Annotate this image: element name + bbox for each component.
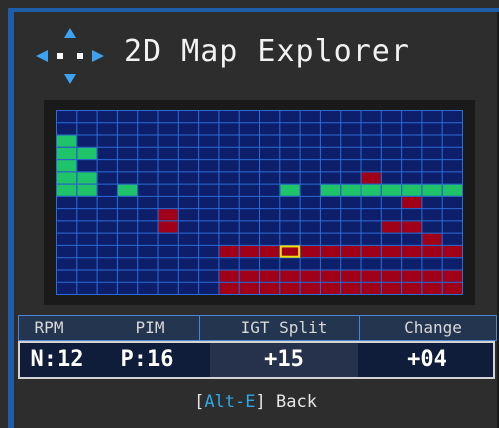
grid-cell-red[interactable] <box>361 172 381 184</box>
pim-value: P:16 <box>120 347 174 372</box>
back-label: Back <box>265 392 317 412</box>
igt-split-value: +15 <box>264 347 304 372</box>
grid-cell-red[interactable] <box>239 282 259 294</box>
explorer-window: 2D Map Explorer RPM PIM IGT Split Change… <box>0 0 499 428</box>
grid-cell-red[interactable] <box>260 245 280 258</box>
grid-cell-red[interactable] <box>239 270 259 282</box>
grid-cell-green[interactable] <box>57 172 77 184</box>
alt-e-key: Alt-E <box>204 392 256 412</box>
grid-cell-red[interactable] <box>341 270 361 282</box>
grid-cell-red[interactable] <box>341 282 361 294</box>
change-value: +04 <box>407 347 447 372</box>
grid-cell-red[interactable] <box>219 270 239 282</box>
key-bracket-open: [ <box>194 392 205 412</box>
grid-cell-red[interactable] <box>219 282 239 294</box>
grid-cell-red[interactable] <box>442 282 462 294</box>
grid-cell-red[interactable] <box>381 270 402 282</box>
grid-cell-red[interactable] <box>402 282 422 294</box>
grid-cell-green[interactable] <box>57 184 77 196</box>
grid-cell-red[interactable] <box>361 282 381 294</box>
grid-cell-green[interactable] <box>341 184 361 196</box>
grid-cell-green[interactable] <box>57 135 77 147</box>
header-divider <box>359 316 360 340</box>
window-top-border <box>8 8 499 12</box>
page-title: 2D Map Explorer <box>124 34 410 69</box>
grid-cell-green[interactable] <box>117 184 138 196</box>
grid-cell-green[interactable] <box>361 184 381 196</box>
grid-cell-red[interactable] <box>361 245 381 258</box>
grid-cell-red[interactable] <box>320 282 341 294</box>
grid-cell-red[interactable] <box>300 245 320 258</box>
grid-cell-red[interactable] <box>158 209 178 221</box>
grid-cell-red[interactable] <box>260 282 280 294</box>
header-rpm: RPM <box>34 318 64 337</box>
map-panel <box>44 100 475 305</box>
grid-cell-red[interactable] <box>361 270 381 282</box>
window-left-border <box>8 8 14 428</box>
info-table: RPM PIM IGT Split Change N:12 P:16 +15 +… <box>18 315 497 381</box>
grid-cell-red[interactable] <box>402 270 422 282</box>
grid-cell-red[interactable] <box>320 245 341 258</box>
header-divider <box>199 316 200 340</box>
grid-cell-red[interactable] <box>219 245 239 258</box>
grid-cell-red[interactable] <box>300 282 320 294</box>
dpad-arrows-icon <box>36 28 104 84</box>
grid-cell-red[interactable] <box>239 245 259 258</box>
map-grid[interactable] <box>56 110 463 295</box>
grid-cell-red[interactable] <box>422 282 442 294</box>
grid-cell-red[interactable] <box>320 270 341 282</box>
grid-cell-green[interactable] <box>422 184 442 196</box>
grid-cell-green[interactable] <box>77 184 97 196</box>
grid-cell-green[interactable] <box>402 184 422 196</box>
grid-cell-red[interactable] <box>280 270 300 282</box>
grid-cell-red[interactable] <box>422 233 442 245</box>
back-hint[interactable]: [Alt-E] Back <box>14 392 497 412</box>
grid-cell-red[interactable] <box>381 221 402 233</box>
grid-cell-red[interactable] <box>158 221 178 233</box>
header-igt-split: IGT Split <box>240 318 328 337</box>
grid-cell-green[interactable] <box>57 160 77 172</box>
grid-cell-red[interactable] <box>422 270 442 282</box>
grid-cell-red[interactable] <box>260 270 280 282</box>
grid-cell-red[interactable] <box>381 245 402 258</box>
key-bracket-close: ] <box>255 392 266 412</box>
grid-cell-red[interactable] <box>341 245 361 258</box>
info-header-row: RPM PIM IGT Split Change <box>18 315 497 341</box>
grid-cell-green[interactable] <box>320 184 341 196</box>
rpm-value: N:12 <box>30 347 84 372</box>
grid-cell-red[interactable] <box>280 245 300 258</box>
info-value-row: N:12 P:16 +15 +04 <box>18 341 495 379</box>
grid-cell-red[interactable] <box>280 282 300 294</box>
grid-cell-red[interactable] <box>381 282 402 294</box>
grid-cell-red[interactable] <box>422 245 442 258</box>
grid-cell-green[interactable] <box>77 172 97 184</box>
grid-cell-green[interactable] <box>77 147 97 160</box>
grid-cell-green[interactable] <box>442 184 462 196</box>
grid-cell-red[interactable] <box>402 221 422 233</box>
header-pim: PIM <box>135 318 165 337</box>
grid-cell-red[interactable] <box>402 245 422 258</box>
grid-cell-red[interactable] <box>300 270 320 282</box>
grid-cell-green[interactable] <box>280 184 300 196</box>
grid-cell-green[interactable] <box>57 147 77 160</box>
grid-cell-green[interactable] <box>381 184 402 196</box>
header-change: Change <box>404 318 462 337</box>
grid-cell-red[interactable] <box>442 270 462 282</box>
grid-cell-red[interactable] <box>402 196 422 209</box>
grid-cell-red[interactable] <box>442 245 462 258</box>
